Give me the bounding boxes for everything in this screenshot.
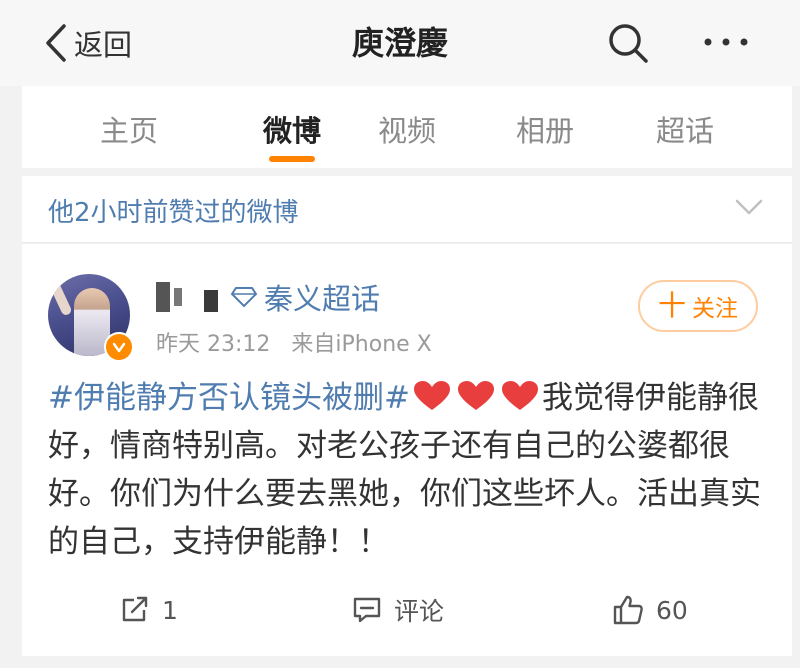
post-time: 昨天 23:12 — [156, 332, 271, 357]
liked-weibo-text: 他2小时前赞过的微博 — [48, 198, 299, 228]
repost-count: 1 — [162, 595, 178, 625]
nav-bar: 返回 庾澄慶 — [0, 0, 800, 86]
like-count: 60 — [656, 595, 688, 625]
heart-icon — [501, 381, 538, 410]
tab-home[interactable]: 主页 — [74, 108, 184, 150]
tab-weibo[interactable]: 微博 — [237, 108, 347, 150]
post-source: 来自iPhone X — [291, 332, 432, 357]
super-topic-link[interactable]: 秦义超话 — [264, 276, 380, 318]
user-row: 秦义超话 — [156, 276, 380, 318]
comment-button[interactable]: 评论 — [352, 590, 444, 630]
profile-tabs: 主页 微博 视频 相册 超话 — [22, 86, 792, 168]
diamond-icon — [230, 287, 258, 308]
post-actions: 1 评论 60 — [22, 582, 792, 638]
follow-button[interactable]: 十 关注 — [638, 280, 758, 332]
username-redacted[interactable] — [156, 282, 170, 312]
tab-videos[interactable]: 视频 — [352, 108, 462, 150]
repost-button[interactable]: 1 — [120, 590, 178, 630]
avatar-arm — [49, 281, 73, 317]
plus-icon: 十 — [657, 289, 686, 322]
verified-badge-icon — [104, 332, 134, 362]
like-button[interactable]: 60 — [612, 590, 688, 630]
liked-weibo-header[interactable]: 他2小时前赞过的微博 — [22, 176, 792, 243]
more-button[interactable] — [700, 22, 752, 62]
comment-icon — [353, 597, 381, 623]
heart-icon — [457, 381, 494, 410]
weibo-post-card: 秦义超话 昨天 23:12 来自iPhone X 十 关注 #伊能静方否认镜头被… — [22, 244, 792, 656]
active-tab-indicator — [269, 156, 315, 162]
search-button[interactable] — [606, 21, 650, 65]
search-icon — [609, 24, 648, 63]
comment-label: 评论 — [394, 597, 445, 626]
username-redacted-part — [204, 290, 218, 312]
post-meta: 昨天 23:12 来自iPhone X — [156, 326, 446, 358]
tab-super-topic[interactable]: 超话 — [630, 108, 740, 150]
more-icon — [704, 38, 748, 46]
tab-albums[interactable]: 相册 — [490, 108, 600, 150]
username-redacted-part — [174, 288, 182, 306]
follow-label: 关注 — [692, 296, 738, 322]
heart-icon — [413, 381, 450, 410]
repost-icon — [122, 596, 148, 622]
chevron-down-icon — [735, 199, 763, 215]
post-text: #伊能静方否认镜头被删# 我觉得伊能静很好，情商特别高。对老公孩子还有自己的公婆都… — [48, 374, 770, 566]
page-title: 庾澄慶 — [351, 24, 448, 62]
hashtag-link[interactable]: #伊能静方否认镜头被删# — [48, 380, 410, 416]
like-icon — [613, 595, 643, 625]
